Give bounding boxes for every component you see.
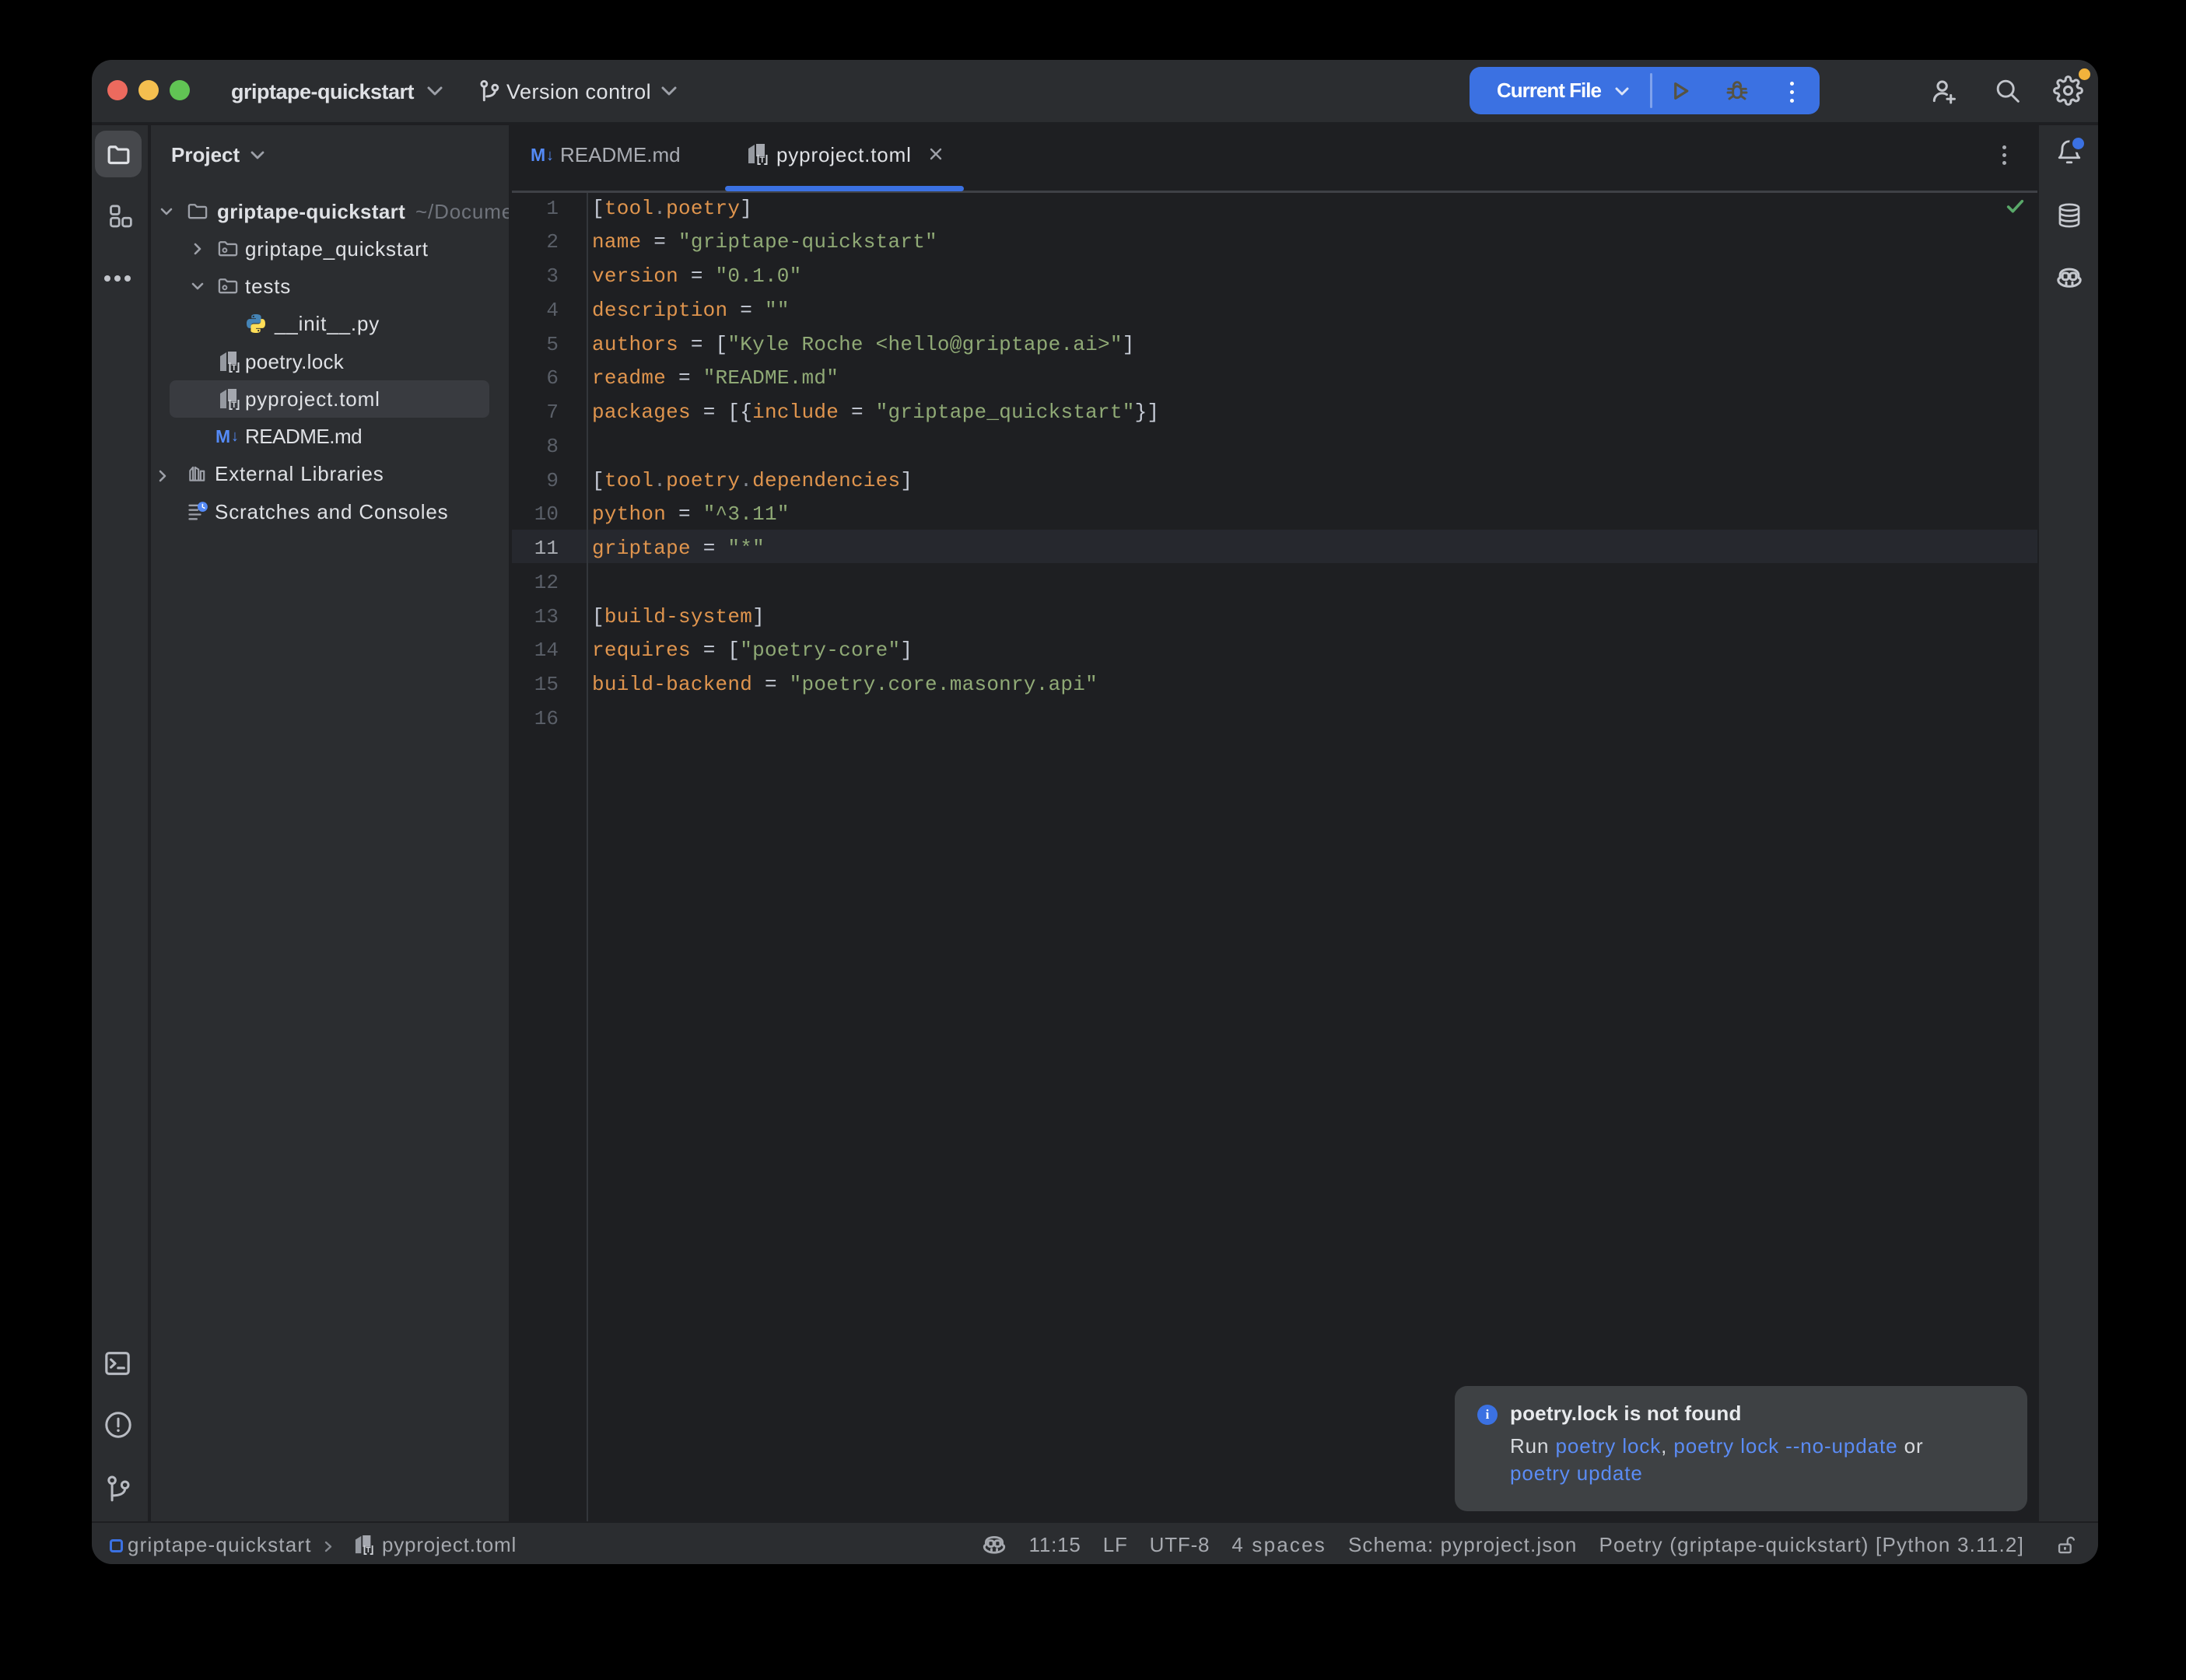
svg-text:T: T bbox=[231, 363, 237, 373]
svg-text:T: T bbox=[759, 156, 765, 165]
svg-text:T: T bbox=[231, 401, 237, 410]
svg-text:T: T bbox=[366, 1546, 371, 1555]
